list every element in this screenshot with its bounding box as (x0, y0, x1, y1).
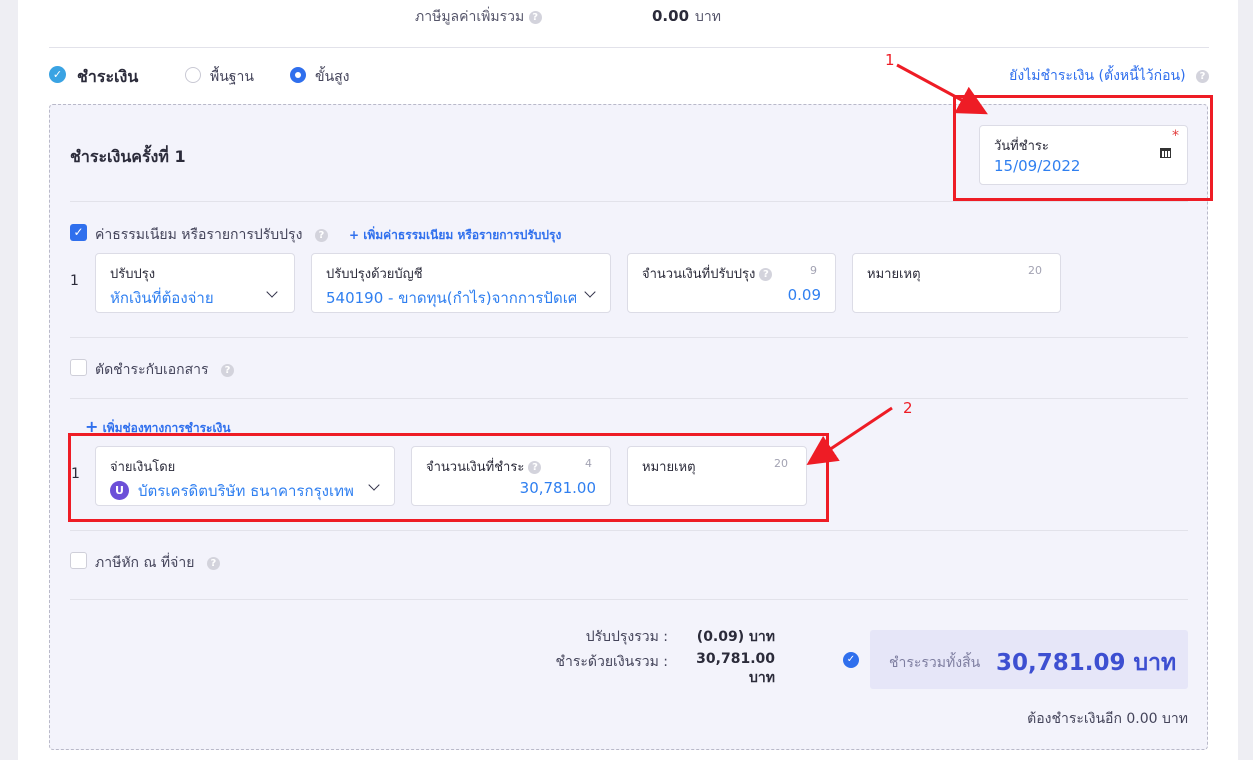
annotation-arrow-2 (806, 406, 893, 465)
annotation-arrow-1 (896, 63, 988, 115)
annotation-arrows (806, 63, 988, 465)
